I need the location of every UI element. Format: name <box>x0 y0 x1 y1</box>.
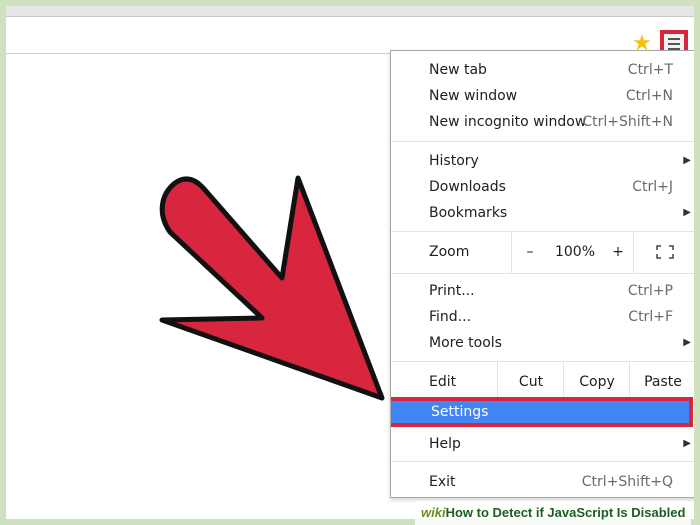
wikihow-caption: wikiHow to Detect if JavaScript Is Disab… <box>415 501 692 525</box>
wiki-brand: wiki <box>421 505 446 520</box>
article-title: How to Detect if JavaScript Is Disabled <box>445 505 686 520</box>
pointer-arrow-illustration <box>159 175 385 401</box>
